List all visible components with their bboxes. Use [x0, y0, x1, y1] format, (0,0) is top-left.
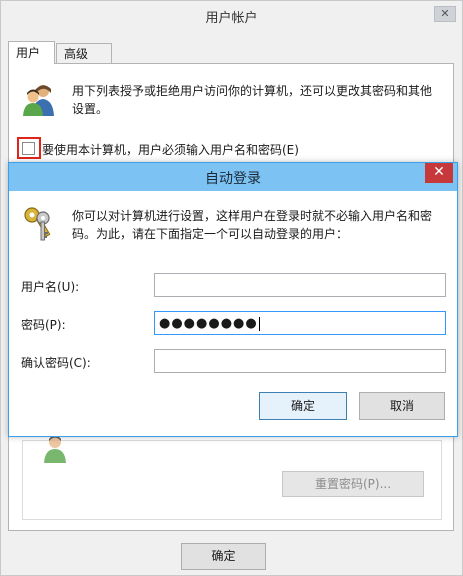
- password-label: 密码(P):: [21, 318, 66, 332]
- confirm-password-label: 确认密码(C):: [21, 356, 91, 370]
- password-value: ●●●●●●●●: [159, 316, 258, 331]
- confirm-password-input[interactable]: [154, 349, 446, 373]
- dialog-ok-button[interactable]: 确定: [259, 392, 347, 420]
- username-label: 用户名(U):: [21, 280, 80, 294]
- tab-advanced[interactable]: 高级: [56, 43, 112, 63]
- dialog-close-button[interactable]: ✕: [425, 163, 453, 183]
- password-input[interactable]: ●●●●●●●●: [154, 311, 446, 335]
- tab-users[interactable]: 用户: [8, 41, 55, 64]
- dialog-titlebar: 自动登录 ✕: [9, 163, 457, 191]
- users-icon: [23, 85, 54, 116]
- username-input[interactable]: [154, 273, 446, 297]
- text-caret: [258, 316, 260, 331]
- window-close-button[interactable]: ✕: [434, 6, 456, 22]
- dialog-cancel-button[interactable]: 取消: [359, 392, 445, 420]
- dialog-title: 自动登录: [205, 171, 261, 187]
- keys-icon: [24, 207, 51, 241]
- dialog-description: 你可以对计算机进行设置，这样用户在登录时就不必输入用户名和密码。为此，请在下面指…: [72, 209, 433, 241]
- require-login-label[interactable]: 要使用本计算机，用户必须输入用户名和密码(E): [42, 141, 299, 158]
- main-ok-button[interactable]: 确定: [181, 543, 266, 570]
- reset-password-button[interactable]: 重置密码(P)...: [282, 471, 424, 497]
- window-title: 用户帐户: [205, 11, 258, 26]
- user-icon: [44, 435, 66, 463]
- require-login-checkbox[interactable]: [22, 142, 35, 155]
- auto-login-dialog: 自动登录 ✕ 你可以对计算机进行设置，这样用户在登录时就不必输入用户名和密码。为…: [8, 162, 458, 437]
- intro-text: 用下列表授予或拒绝用户访问你的计算机，还可以更改其密码和其他设置。: [72, 84, 433, 116]
